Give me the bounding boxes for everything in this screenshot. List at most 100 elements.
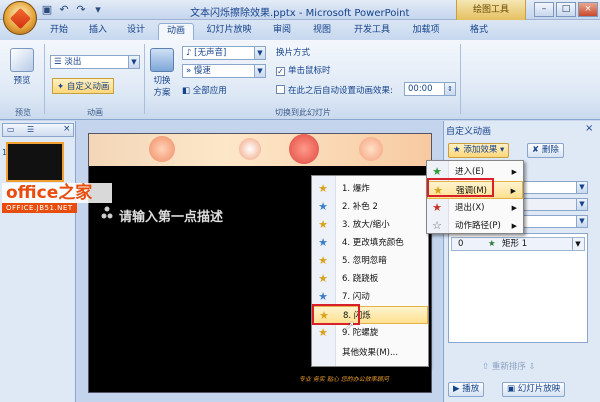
slide-header-decoration — [89, 134, 431, 166]
save-icon[interactable]: ▣ — [40, 3, 54, 17]
move-up-icon[interactable]: ⇧ — [482, 362, 492, 372]
watermark-title: office之家 — [2, 183, 112, 203]
group-separator — [144, 44, 145, 114]
auto-advance-time-input[interactable]: 00:00 ⇕ — [404, 82, 456, 96]
close-panel-icon[interactable]: × — [63, 124, 71, 134]
spinner-icon: ⇕ — [444, 83, 455, 95]
chevron-down-icon[interactable]: ▼ — [572, 238, 583, 250]
watermark-subtitle: OFFICE.JB51.NET — [2, 203, 77, 213]
submenu-arrow-icon: ▶ — [511, 168, 517, 176]
flower-icon — [289, 134, 319, 164]
menu-item-grow-shrink[interactable]: ★ 3. 放大/缩小 — [312, 216, 428, 234]
undo-icon[interactable]: ↶ — [57, 3, 71, 17]
transition-sound-combo[interactable]: ♪ [无声音] ▼ — [182, 46, 266, 60]
apply-all-button[interactable]: ◧ 全部应用 — [182, 84, 227, 96]
path-star-icon: ☆ — [432, 219, 442, 232]
menu-item-flicker[interactable]: ★ 5. 忽明忽暗 — [312, 252, 428, 270]
redo-icon[interactable]: ↷ — [74, 3, 88, 17]
maximize-icon[interactable]: □ — [556, 2, 576, 17]
animate-icon: ☰ — [54, 57, 65, 67]
slideshow-icon: ▣ — [507, 384, 518, 394]
slides-panel-tabs: ▭ ☰ × — [2, 123, 74, 137]
slideshow-button[interactable]: ▣ 幻灯片放映 — [502, 382, 566, 397]
close-icon[interactable]: × — [578, 2, 598, 17]
on-mouse-click-checkbox[interactable]: ✓ 单击鼠标时 — [276, 64, 331, 76]
chevron-down-icon: ▼ — [254, 47, 265, 59]
auto-advance-checkbox[interactable]: 在此之后自动设置动画效果: — [276, 84, 393, 96]
outline-tab-icon[interactable]: ☰ — [27, 125, 34, 134]
transition-scheme-button[interactable]: 切换 方案 — [148, 48, 176, 98]
menu-item-motion-path[interactable]: ☆ 动作路径(P) ▶ — [427, 217, 523, 235]
slide-thumbnail[interactable] — [6, 142, 64, 182]
group-label-transition: 切换到此幻灯片 — [275, 108, 331, 117]
tab-design[interactable]: 设计 — [122, 23, 150, 40]
transition-speed-combo[interactable]: » 慢速 ▼ — [182, 64, 266, 78]
minimize-icon[interactable]: – — [534, 2, 554, 17]
menu-item-explode[interactable]: ★ 1. 爆炸 — [312, 180, 428, 198]
sound-icon: ♪ — [186, 48, 195, 58]
animation-effect-combo[interactable]: ☰ 淡出 ▼ — [50, 55, 140, 69]
menu-item-spin[interactable]: ★ 9. 陀螺旋 — [312, 324, 428, 342]
play-icon: ▶ — [453, 384, 463, 394]
chevron-down-icon: ▼ — [576, 216, 587, 227]
slide-footer-text: 专业 务实 贴心 您的办公效率顾问 — [299, 376, 389, 383]
speed-icon: » — [186, 66, 194, 76]
animation-list-item[interactable]: 0 ★ 矩形 1 ▼ — [451, 237, 585, 251]
menu-item-more-effects[interactable]: 其他效果(M)... — [312, 344, 428, 362]
chevron-down-icon: ▼ — [576, 182, 587, 193]
red-star-icon: ★ — [432, 201, 442, 214]
chevron-down-icon: ▾ — [497, 145, 505, 155]
remove-icon: ✘ — [532, 145, 542, 155]
ribbon-tabs: 开始 插入 设计 动画 幻灯片放映 审阅 视图 开发工具 加载项 格式 — [0, 20, 600, 40]
animation-list: 0 ★ 矩形 1 ▼ — [448, 233, 588, 343]
slides-tab-icon[interactable]: ▭ — [7, 125, 15, 134]
window-title: 文本闪烁擦除效果.pptx - Microsoft PowerPoint — [190, 8, 410, 19]
site-watermark: office之家 OFFICE.JB51.NET — [2, 183, 112, 221]
menu-item-exit[interactable]: ★ 退出(X) ▶ — [427, 199, 523, 217]
remove-effect-button[interactable]: ✘ 删除 — [527, 143, 564, 158]
tab-home[interactable]: 开始 — [44, 23, 74, 40]
custom-animation-icon: ✦ — [57, 82, 67, 92]
group-label-preview: 预览 — [15, 108, 31, 117]
chevron-down-icon: ▼ — [128, 56, 139, 68]
office-button[interactable] — [3, 1, 37, 35]
preview-button[interactable]: 预览 — [6, 48, 38, 86]
menu-item-complementary-color[interactable]: ★ 2. 补色 2 — [312, 198, 428, 216]
star-icon: ★ — [318, 200, 328, 213]
effect-star-icon: ★ — [488, 239, 496, 249]
emphasis-effects-menu: ★ 1. 爆炸 ★ 2. 补色 2 ★ 3. 放大/缩小 ★ 4. 更改填充颜色 ★ 5.… — [311, 175, 429, 367]
checkbox-checked-icon: ✓ — [276, 67, 285, 76]
submenu-arrow-icon: ▶ — [511, 222, 517, 230]
play-button[interactable]: ▶ 播放 — [448, 382, 485, 397]
pane-title: 自定义动画 — [446, 127, 492, 137]
group-separator — [460, 44, 461, 114]
custom-animation-button[interactable]: ✦ 自定义动画 — [52, 78, 115, 94]
menu-item-change-fill-color[interactable]: ★ 4. 更改填充颜色 — [312, 234, 428, 252]
tab-animations[interactable]: 动画 — [158, 23, 194, 40]
reorder-control: ⇧ 重新排序 ⇩ — [482, 362, 536, 372]
close-icon[interactable]: × — [585, 123, 593, 134]
tab-insert[interactable]: 插入 — [84, 23, 112, 40]
apply-all-icon: ◧ — [182, 86, 193, 96]
contextual-tab-drawing-tools: 绘图工具 — [456, 0, 526, 20]
tab-format[interactable]: 格式 — [464, 23, 494, 40]
office-logo-icon — [9, 7, 32, 30]
move-down-icon[interactable]: ⇩ — [526, 362, 536, 372]
preview-icon — [10, 48, 34, 72]
tab-addins[interactable]: 加载项 — [408, 23, 444, 40]
star-icon: ★ — [318, 272, 328, 285]
tab-developer[interactable]: 开发工具 — [348, 23, 396, 40]
star-icon: ★ — [318, 326, 328, 339]
customize-qat-icon[interactable]: ▾ — [91, 3, 105, 17]
tab-slideshow[interactable]: 幻灯片放映 — [200, 23, 258, 40]
add-effect-star-icon: ★ — [453, 145, 464, 155]
slide-bullet-text[interactable]: 请输入第一点描述 — [119, 206, 223, 225]
tab-view[interactable]: 视图 — [308, 23, 336, 40]
add-effect-button[interactable]: ★ 添加效果 ▾ — [448, 143, 510, 158]
star-icon: ★ — [318, 290, 328, 303]
highlight-box-emphasis — [427, 178, 494, 197]
star-icon: ★ — [318, 254, 328, 267]
star-icon: ★ — [318, 236, 328, 249]
menu-item-teeter[interactable]: ★ 6. 跷跷板 — [312, 270, 428, 288]
tab-review[interactable]: 审阅 — [268, 23, 296, 40]
